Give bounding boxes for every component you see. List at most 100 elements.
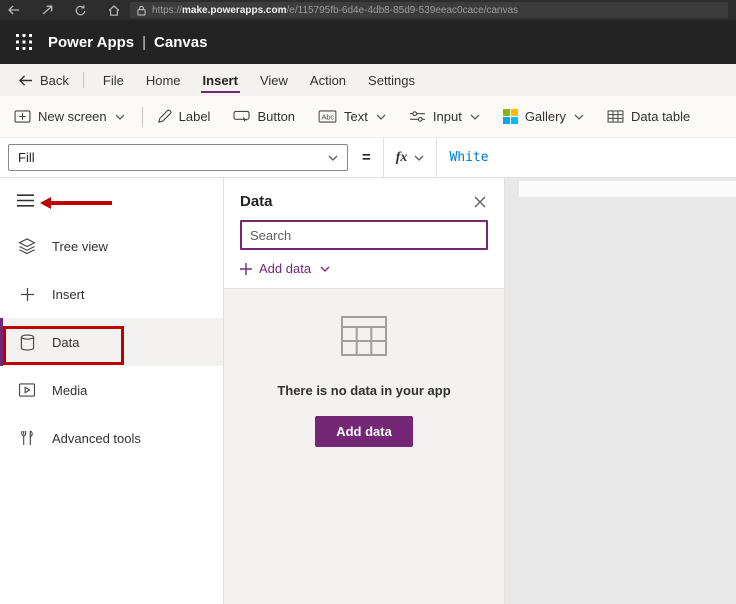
browser-back-icon[interactable] (8, 5, 20, 15)
add-data-link[interactable]: Add data (224, 250, 504, 288)
new-screen-icon (14, 110, 31, 123)
insert-toolbar: New screen Label Button Abc Text Input G… (0, 96, 736, 138)
menu-item-view[interactable]: View (249, 64, 299, 96)
text-control-button[interactable]: Abc Text (318, 109, 386, 124)
input-control-icon (409, 110, 426, 123)
browser-toolbar: https://make.powerapps.com/e/115795fb-6d… (0, 0, 736, 20)
url-text: https://make.powerapps.com/e/115795fb-6d… (152, 5, 518, 16)
back-button[interactable]: Back (12, 64, 75, 96)
sidebar-item-label: Media (52, 382, 88, 398)
main-area: Tree view Insert Data Media Advanced too… (0, 178, 736, 604)
sidebar-item-advanced-tools[interactable]: Advanced tools (0, 414, 223, 462)
chevron-down-icon (320, 266, 330, 272)
equals-sign: = (362, 149, 371, 166)
menu-item-file[interactable]: File (92, 64, 135, 96)
canvas-area[interactable] (505, 178, 736, 604)
text-control-icon: Abc (318, 110, 337, 123)
empty-state-message: There is no data in your app (277, 383, 451, 398)
new-screen-label: New screen (38, 109, 107, 124)
data-table-button[interactable]: Data table (607, 109, 690, 124)
back-arrow-icon (18, 74, 33, 87)
formula-bar: Fill = fx White (0, 138, 736, 178)
browser-forward-icon[interactable] (42, 5, 53, 15)
sidebar-item-tree-view[interactable]: Tree view (0, 222, 223, 270)
data-empty-state: There is no data in your app Add data (224, 288, 504, 604)
close-icon (474, 196, 486, 208)
tree-view-icon (17, 238, 37, 254)
page-title: Canvas (154, 33, 208, 51)
label-icon (157, 109, 172, 124)
plus-icon (240, 262, 252, 275)
menu-bar: Back File Home Insert View Action Settin… (0, 64, 736, 96)
input-control-label: Input (432, 109, 462, 124)
menu-divider (82, 72, 84, 88)
button-control-label: Button (257, 109, 296, 124)
data-panel: Data Add data There is no data in your a… (224, 178, 505, 604)
sidebar-item-data[interactable]: Data (0, 318, 223, 366)
menu-item-action[interactable]: Action (299, 64, 357, 96)
chevron-down-icon (414, 155, 424, 161)
collapse-menu-button[interactable] (0, 178, 223, 222)
fx-label: fx (395, 149, 408, 165)
button-control-icon (233, 110, 250, 124)
hamburger-icon (17, 193, 34, 207)
gallery-label: Gallery (524, 109, 566, 124)
url-domain: make.powerapps.com (182, 4, 287, 16)
add-data-link-label: Add data (259, 261, 312, 276)
input-control-button[interactable]: Input (409, 109, 480, 124)
sidebar-item-label: Insert (52, 286, 85, 302)
database-icon (17, 333, 37, 351)
gallery-button[interactable]: Gallery (502, 109, 584, 124)
table-icon (341, 316, 387, 356)
add-data-button[interactable]: Add data (315, 416, 413, 447)
left-rail: Tree view Insert Data Media Advanced too… (0, 178, 224, 604)
search-input[interactable] (240, 220, 488, 250)
chevron-down-icon (574, 114, 584, 120)
address-bar[interactable]: https://make.powerapps.com/e/115795fb-6d… (130, 2, 728, 18)
plus-icon (17, 287, 37, 302)
new-screen-button[interactable]: New screen (14, 109, 125, 124)
brand-name: Power Apps (48, 33, 135, 51)
chevron-down-icon (376, 114, 386, 120)
sidebar-item-label: Advanced tools (52, 430, 141, 446)
tools-icon (17, 430, 37, 446)
label-label: Label (178, 109, 211, 124)
text-control-label: Text (344, 109, 368, 124)
chevron-down-icon (470, 114, 480, 120)
lock-icon (137, 5, 146, 16)
url-scheme: https:// (152, 4, 183, 16)
browser-home-icon[interactable] (108, 4, 120, 16)
menu-item-insert[interactable]: Insert (192, 64, 249, 96)
button-control-button[interactable]: Button (233, 109, 295, 124)
app-launcher-waffle-icon[interactable] (0, 20, 48, 64)
app-header: Power Apps | Canvas (0, 20, 736, 64)
data-panel-title: Data (240, 193, 273, 210)
chevron-down-icon (115, 114, 125, 120)
media-icon (17, 383, 37, 397)
app-title-group: Power Apps | Canvas (48, 34, 207, 51)
back-label: Back (40, 72, 69, 88)
svg-text:Abc: Abc (322, 112, 335, 121)
property-dropdown[interactable]: Fill (8, 144, 348, 171)
sidebar-item-label: Tree view (52, 238, 108, 254)
data-table-label: Data table (631, 109, 691, 124)
data-panel-header: Data (224, 178, 504, 220)
close-button[interactable] (472, 194, 488, 210)
label-button[interactable]: Label (157, 109, 211, 124)
brand-separator: | (142, 33, 147, 51)
browser-refresh-icon[interactable] (75, 4, 86, 16)
menu-item-home[interactable]: Home (135, 64, 192, 96)
url-path: /e/115795fb-6d4e-4db8-85d9-539eeac0cace/… (286, 4, 519, 16)
canvas-top-strip (519, 181, 736, 197)
sidebar-item-insert[interactable]: Insert (0, 270, 223, 318)
menu-item-settings[interactable]: Settings (357, 64, 426, 96)
chevron-down-icon (328, 155, 338, 161)
property-dropdown-value: Fill (18, 150, 35, 165)
gallery-icon (502, 109, 518, 124)
data-table-icon (607, 110, 624, 123)
formula-input[interactable]: White (437, 150, 736, 165)
sidebar-item-media[interactable]: Media (0, 366, 223, 414)
sidebar-item-label: Data (52, 334, 80, 350)
toolbar-divider (141, 106, 143, 127)
fx-dropdown[interactable]: fx (382, 138, 438, 177)
